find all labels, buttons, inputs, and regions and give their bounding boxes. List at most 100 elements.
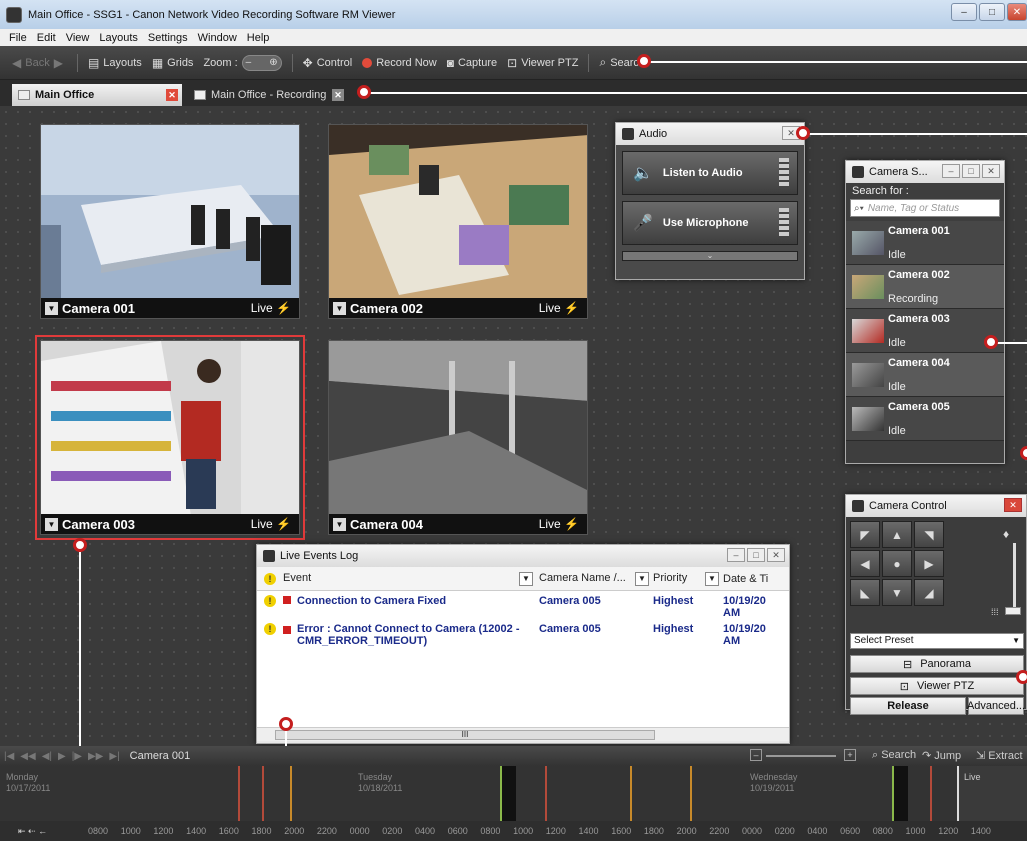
- tab-main-office[interactable]: Main Office ✕: [12, 84, 182, 106]
- zoom-in-icon: ⊕: [269, 57, 278, 68]
- camera-menu-dropdown-icon[interactable]: ▼: [333, 301, 346, 315]
- camera-menu-dropdown-icon[interactable]: ▼: [333, 517, 346, 531]
- minimize-icon[interactable]: –: [942, 164, 960, 178]
- camera-list-item[interactable]: Camera 004 Idle: [846, 353, 1004, 397]
- close-tab-icon[interactable]: ✕: [166, 89, 178, 101]
- viewer-ptz-button[interactable]: ⊡ Viewer PTZ: [507, 56, 578, 70]
- video-window-camera-004[interactable]: ▼ Camera 004 Live ⚡: [328, 340, 588, 535]
- zoom-out-timeline-icon[interactable]: –: [750, 749, 762, 761]
- column-camera[interactable]: Camera Name /... ▼: [539, 571, 653, 586]
- zoom-slider[interactable]: ♦ ⁞⁞⁞: [991, 527, 1023, 623]
- zoom-toggle[interactable]: – ⊕: [241, 54, 282, 71]
- panorama-button[interactable]: ⊟ Panorama: [850, 655, 1024, 673]
- row-warning: !: [257, 623, 283, 635]
- close-icon[interactable]: ✕: [767, 548, 785, 562]
- timeline-zoom-slider[interactable]: [766, 755, 836, 757]
- listen-to-audio-button[interactable]: 🔈 Listen to Audio: [622, 151, 798, 195]
- skip-start-icon[interactable]: |◀: [4, 751, 14, 762]
- ptz-icon: ⊡: [507, 55, 518, 70]
- tilt-down-button[interactable]: ▼: [882, 579, 912, 606]
- live-label: Live: [250, 301, 273, 315]
- day-label: Wednesday 10/19/2011: [750, 772, 797, 794]
- grids-button[interactable]: ▦ Grids: [152, 56, 194, 70]
- camera-menu-dropdown-icon[interactable]: ▼: [45, 517, 58, 531]
- playhead[interactable]: [957, 766, 959, 821]
- scroll-left-icon[interactable]: ⇤ ⇠ ←: [18, 826, 47, 837]
- timeline-search-button[interactable]: ⌕ Search: [872, 749, 916, 762]
- menu-help[interactable]: Help: [242, 32, 275, 44]
- pan-right-button[interactable]: ▶: [914, 550, 944, 577]
- camera-list-item[interactable]: Camera 003 Idle: [846, 309, 1004, 353]
- minimize-icon[interactable]: –: [727, 548, 745, 562]
- zoom-thumb[interactable]: [1005, 607, 1021, 615]
- record-now-button[interactable]: Record Now: [362, 57, 437, 69]
- rewind-icon[interactable]: ◀◀: [20, 751, 35, 762]
- advanced-button[interactable]: Advanced...: [967, 697, 1025, 715]
- tilt-up-button[interactable]: ▲: [882, 521, 912, 548]
- pan-left-button[interactable]: ◀: [850, 550, 880, 577]
- events-table-body: ! Connection to Camera Fixed Camera 005 …: [257, 591, 789, 727]
- viewer-ptz-control-button[interactable]: ⊡ Viewer PTZ: [850, 677, 1024, 695]
- control-button[interactable]: ✥ Control: [303, 56, 353, 70]
- menu-settings[interactable]: Settings: [143, 32, 193, 44]
- warning-icon: !: [264, 595, 276, 607]
- audio-title: Audio: [639, 128, 668, 140]
- close-tab-icon[interactable]: ✕: [332, 89, 344, 101]
- menu-view[interactable]: View: [61, 32, 95, 44]
- timeline-jump-button[interactable]: ↷ Jump: [922, 749, 961, 762]
- timeline-zoom-in-icon[interactable]: +: [844, 749, 856, 761]
- layout-tab-icon: [194, 90, 206, 100]
- skip-end-icon[interactable]: ▶|: [109, 751, 119, 762]
- column-priority[interactable]: Priority ▼: [653, 571, 723, 586]
- capture-button[interactable]: ◙ Capture: [447, 56, 497, 70]
- restore-icon[interactable]: □: [962, 164, 980, 178]
- minimize-button[interactable]: –: [951, 3, 977, 21]
- pan-up-left-button[interactable]: ◤: [850, 521, 880, 548]
- menu-edit[interactable]: Edit: [32, 32, 61, 44]
- play-icon[interactable]: ▶: [58, 751, 66, 762]
- release-button[interactable]: Release: [850, 697, 966, 715]
- video-window-camera-003[interactable]: ▼ Camera 003 Live ⚡: [35, 335, 305, 540]
- horizontal-scrollbar[interactable]: III: [257, 727, 789, 741]
- video-window-camera-001[interactable]: ▼ Camera 001 Live ⚡: [40, 124, 300, 319]
- pan-down-right-button[interactable]: ◢: [914, 579, 944, 606]
- close-icon[interactable]: ✕: [1004, 498, 1022, 512]
- scrollbar-thumb[interactable]: III: [275, 730, 655, 740]
- menu-file[interactable]: File: [4, 32, 32, 44]
- back-button[interactable]: ◀ Back ▶: [12, 56, 67, 70]
- filter-dropdown-icon[interactable]: ▼: [519, 571, 533, 586]
- maximize-button[interactable]: □: [979, 3, 1005, 21]
- select-preset-dropdown[interactable]: Select Preset ▼: [850, 633, 1024, 649]
- use-microphone-button[interactable]: 🎤 Use Microphone: [622, 201, 798, 245]
- step-back-icon[interactable]: ◀|: [42, 751, 52, 762]
- video-window-camera-002[interactable]: ▼ Camera 002 Live ⚡: [328, 124, 588, 319]
- close-icon[interactable]: ✕: [982, 164, 1000, 178]
- menu-layouts[interactable]: Layouts: [94, 32, 143, 44]
- camera-menu-dropdown-icon[interactable]: ▼: [45, 301, 58, 315]
- camera-list-item[interactable]: Camera 005 Idle: [846, 397, 1004, 441]
- timeline-extract-button[interactable]: ⇲ Extract: [976, 749, 1023, 762]
- fast-forward-icon[interactable]: ▶▶: [88, 751, 103, 762]
- camera-list-name: Camera 004: [888, 357, 950, 369]
- column-date[interactable]: Date & Ti: [723, 573, 783, 585]
- camera-list-item[interactable]: Camera 002 Recording: [846, 265, 1004, 309]
- camera-list-item[interactable]: Camera 001 Idle: [846, 221, 1004, 265]
- error-square-icon: [283, 596, 291, 604]
- column-event[interactable]: Event ▼: [283, 571, 539, 586]
- filter-dropdown-icon[interactable]: ▼: [635, 571, 649, 586]
- expand-handle[interactable]: ⌄: [622, 251, 798, 261]
- step-forward-icon[interactable]: |▶: [72, 751, 82, 762]
- pan-up-right-button[interactable]: ◥: [914, 521, 944, 548]
- filter-dropdown-icon[interactable]: ▼: [705, 571, 719, 586]
- restore-icon[interactable]: □: [747, 548, 765, 562]
- layouts-button[interactable]: ▤ Layouts: [88, 56, 142, 70]
- speaker-icon: 🔈: [633, 165, 653, 182]
- table-row[interactable]: ! Connection to Camera Fixed Camera 005 …: [257, 591, 789, 619]
- close-button[interactable]: ✕: [1007, 3, 1027, 21]
- camera-search-input[interactable]: ⌕▾ Name, Tag or Status: [850, 199, 1000, 217]
- pan-down-left-button[interactable]: ◣: [850, 579, 880, 606]
- menu-window[interactable]: Window: [193, 32, 242, 44]
- home-position-button[interactable]: ●: [882, 550, 912, 577]
- table-row[interactable]: ! Error : Cannot Connect to Camera (1200…: [257, 619, 789, 647]
- tab-main-office-recording[interactable]: Main Office - Recording ✕: [188, 84, 348, 106]
